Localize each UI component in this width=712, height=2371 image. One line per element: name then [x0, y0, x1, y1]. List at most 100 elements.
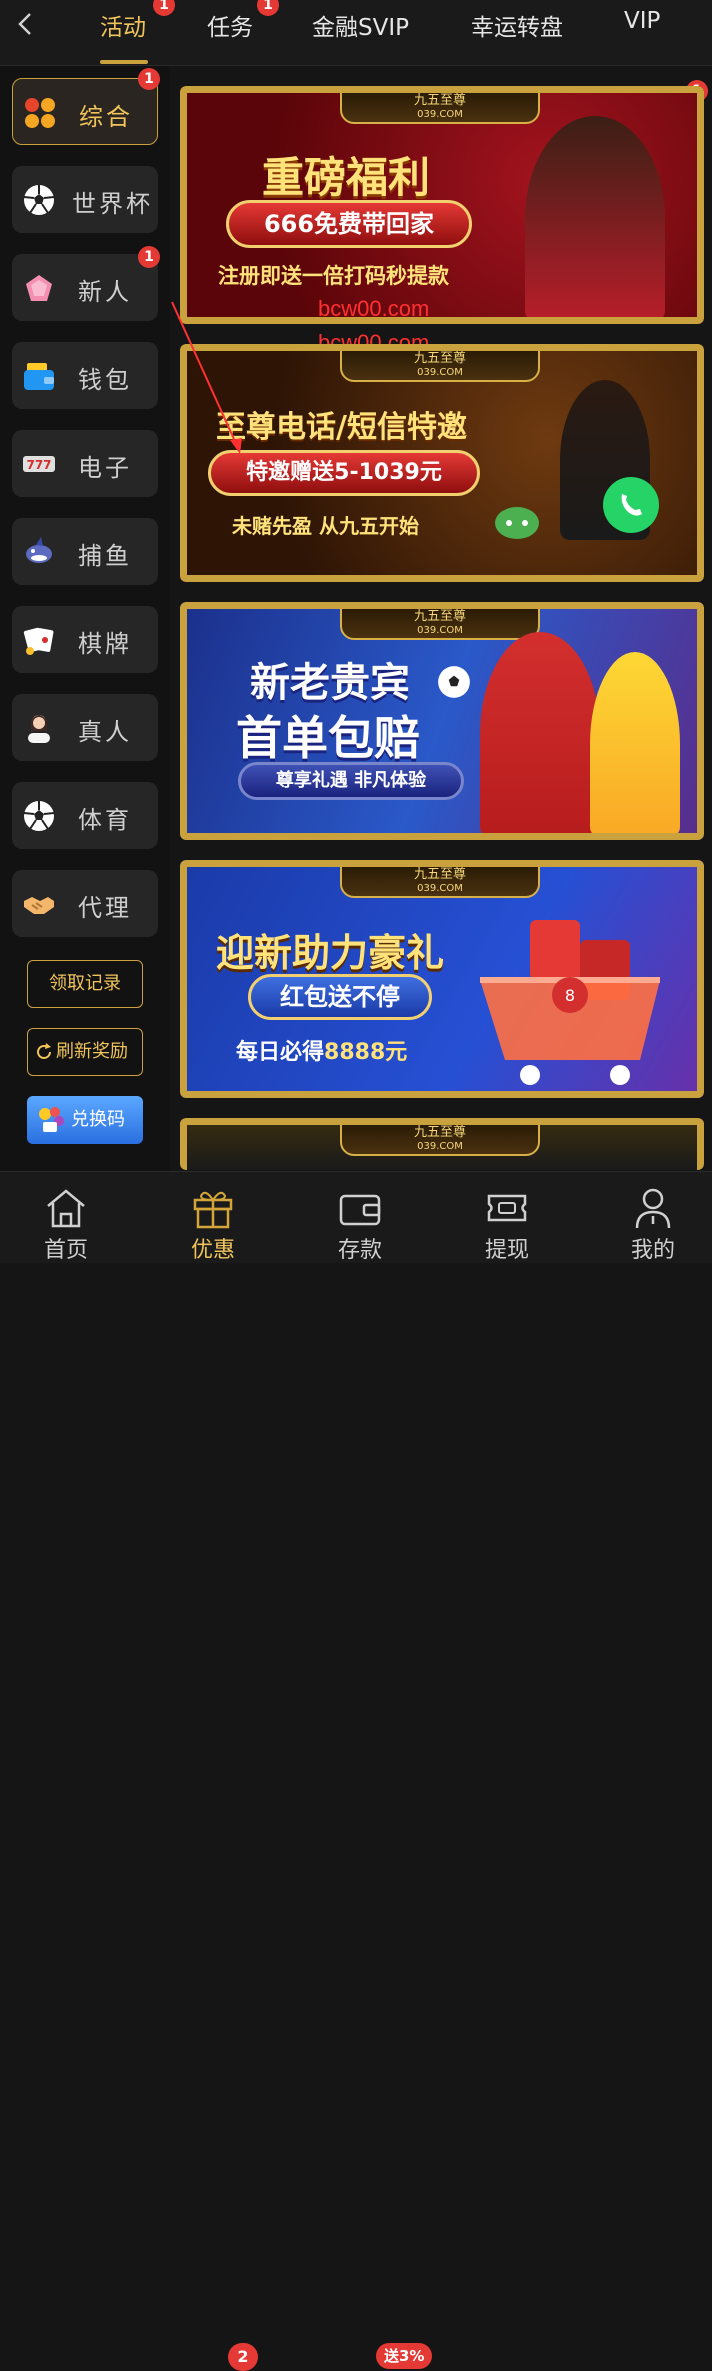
- tab-activity-label: 活动: [100, 15, 146, 41]
- whatsapp-icon: [603, 477, 659, 533]
- claim-records-button[interactable]: 领取记录: [27, 960, 143, 1008]
- tab-tasks-label: 任务: [207, 15, 253, 41]
- grid-icon: [25, 98, 55, 128]
- brand-name: 九五至尊: [413, 609, 466, 624]
- brand-logo: 九五至尊 039.COM: [340, 606, 540, 640]
- sidebar-item-agent[interactable]: 代理: [12, 870, 158, 937]
- sidebar-item-label: 棋牌: [78, 630, 132, 658]
- sidebar-item-live-casino[interactable]: 真人: [12, 694, 158, 761]
- nav-label: 我的: [630, 1238, 675, 1263]
- tab-finance-svip-label: 金融SVIP: [312, 15, 409, 41]
- redeem-code-label: 兑换码: [71, 1109, 125, 1130]
- handshake-icon: [24, 897, 54, 914]
- banner-title: 重磅福利: [262, 153, 431, 202]
- banner-subtitle-amount: 8888元: [324, 1040, 408, 1065]
- cards-icon: [23, 627, 54, 655]
- nav-promotions[interactable]: 优惠: [153, 1172, 273, 1264]
- brand-logo: 九五至尊 039.COM: [340, 90, 540, 124]
- bottom-navigation: 首页 优惠 2 存款 送3% 提现 我的: [0, 1171, 712, 2371]
- nav-label: 存款: [337, 1238, 382, 1263]
- wallet-icon: [24, 363, 54, 390]
- nav-withdraw[interactable]: 提现: [447, 1172, 567, 1264]
- brand-name: 九五至尊: [413, 93, 466, 108]
- annotation-arrow-icon: [171, 301, 242, 454]
- live-dealer-icon: [28, 715, 50, 743]
- promo-banner-first-deposit-guarantee[interactable]: 九五至尊 039.COM 新老贵宾 首单包赔 尊享礼遇 非凡体验: [180, 602, 704, 840]
- nav-label: 首页: [43, 1238, 88, 1263]
- tab-activity-badge: 1: [153, 0, 175, 16]
- sidebar-item-card-games[interactable]: 棋牌: [12, 606, 158, 673]
- refresh-icon: [37, 1043, 51, 1059]
- sidebar-item-wallet[interactable]: 钱包: [12, 342, 158, 409]
- sidebar-item-label: 综合: [79, 103, 133, 131]
- top-tab-bar: 活动 1 任务 1 金融SVIP 幸运转盘 VIP: [0, 0, 712, 66]
- user-icon: [635, 1188, 671, 1229]
- shopping-cart-icon: 8: [480, 920, 660, 1085]
- tab-activity[interactable]: 活动: [100, 8, 146, 42]
- tab-lucky-wheel-label: 幸运转盘: [471, 15, 563, 41]
- banner-pill: 尊享礼遇 非凡体验: [238, 762, 464, 800]
- sidebar-item-fishing[interactable]: 捕鱼: [12, 518, 158, 585]
- sidebar-item-label: 真人: [78, 718, 132, 746]
- slot-777-icon: 777: [23, 456, 55, 472]
- nav-home[interactable]: 首页: [6, 1172, 126, 1264]
- refresh-rewards-label: 刷新奖励: [56, 1041, 128, 1062]
- banner-title: 迎新助力豪礼: [216, 931, 445, 975]
- brand-name: 九五至尊: [413, 867, 466, 882]
- nav-deposit[interactable]: 存款: [300, 1172, 420, 1264]
- nav-label: 优惠: [190, 1238, 235, 1263]
- sidebar-badge-newcomer: 1: [138, 246, 160, 268]
- sidebar-item-slots[interactable]: 777 电子: [12, 430, 158, 497]
- promo-model-image: [525, 116, 665, 321]
- sidebar-item-label: 世界杯: [72, 190, 153, 218]
- nav-promotions-badge: 2: [228, 2343, 258, 2371]
- promo-banner-big-bonus[interactable]: 九五至尊 039.COM 重磅福利 666免费带回家 注册即送一倍打码秒提款: [180, 86, 704, 324]
- sidebar-badge-comprehensive: 1: [138, 68, 160, 90]
- refresh-rewards-button[interactable]: 刷新奖励: [27, 1028, 143, 1076]
- back-arrow-icon[interactable]: [12, 10, 40, 38]
- promo-banner-partial[interactable]: 九五至尊 039.COM: [180, 1118, 704, 1170]
- sidebar-item-newcomer[interactable]: 新人: [12, 254, 158, 321]
- brand-domain: 039.COM: [417, 367, 463, 378]
- sidebar-item-label: 电子: [78, 454, 132, 482]
- banner-title-line2: 首单包赔: [236, 711, 420, 765]
- soccer-ball-icon: [438, 666, 470, 698]
- brand-logo: 九五至尊 039.COM: [340, 1122, 540, 1156]
- svg-text:777: 777: [26, 458, 51, 472]
- sidebar-item-label: 体育: [78, 806, 132, 834]
- nav-profile[interactable]: 我的: [593, 1172, 712, 1264]
- promo-banner-phone-invite[interactable]: 九五至尊 039.COM 至尊电话/短信特邀 特邀赠送5-1039元 未赌先盈 从…: [180, 344, 704, 582]
- sidebar-item-world-cup[interactable]: 世界杯: [12, 166, 158, 233]
- active-tab-indicator: [100, 60, 148, 64]
- sidebar-item-sports[interactable]: 体育: [12, 782, 158, 849]
- brand-logo: 九五至尊 039.COM: [340, 348, 540, 382]
- deposit-wallet-icon: [339, 1194, 381, 1226]
- promo-banner-welcome-gift[interactable]: 九五至尊 039.COM 迎新助力豪礼 红包送不停 每日必得8888元 8: [180, 860, 704, 1098]
- home-icon: [47, 1189, 85, 1228]
- banner-subtitle: 注册即送一倍打码秒提款: [218, 264, 449, 288]
- gem-icon: [26, 275, 52, 301]
- withdraw-ticket-icon: [487, 1194, 527, 1222]
- tab-vip-label: VIP: [624, 8, 661, 34]
- tab-tasks[interactable]: 任务: [207, 8, 253, 42]
- banner-subtitle: 每日必得8888元: [236, 1034, 407, 1066]
- tab-tasks-badge: 1: [257, 0, 279, 16]
- brand-name: 九五至尊: [413, 351, 466, 366]
- tab-vip[interactable]: VIP: [624, 8, 660, 34]
- brand-name: 九五至尊: [413, 1125, 466, 1140]
- nav-label: 提现: [484, 1238, 529, 1263]
- sidebar-item-label: 钱包: [78, 366, 132, 394]
- soccer-ball-icon: [23, 185, 55, 215]
- banner-pill: 666免费带回家: [226, 200, 472, 248]
- tab-lucky-wheel[interactable]: 幸运转盘: [471, 8, 563, 42]
- shark-icon: [26, 537, 52, 563]
- sidebar-item-label: 捕鱼: [78, 542, 132, 570]
- tab-finance-svip[interactable]: 金融SVIP: [312, 8, 409, 42]
- brand-domain: 039.COM: [417, 625, 463, 636]
- banner-title-line1: 新老贵宾: [250, 660, 410, 706]
- player-image: [590, 652, 680, 837]
- redeem-code-button[interactable]: 兑换码: [27, 1096, 143, 1144]
- category-sidebar: 综合 1 世界杯 新人 1 钱包 777 电子 捕鱼 棋牌 真人 体育 代理 领…: [0, 66, 170, 1171]
- gift-icon: [193, 1191, 233, 1229]
- sidebar-item-comprehensive[interactable]: 综合: [12, 78, 158, 145]
